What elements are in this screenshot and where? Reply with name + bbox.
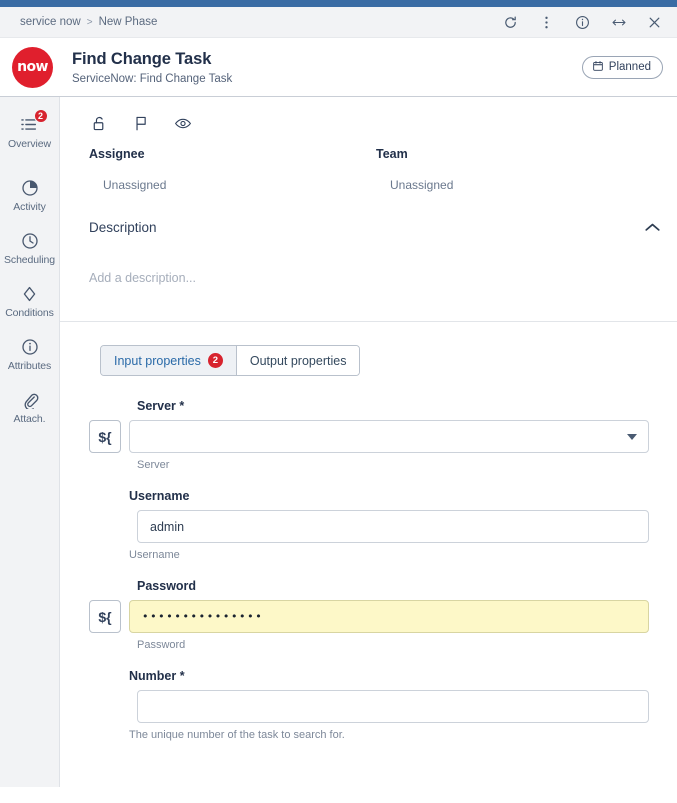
field-number: Number * The unique number of the task t… xyxy=(89,669,649,741)
logo-text: now xyxy=(17,60,48,74)
properties-form: Server * ${ Server Username xyxy=(89,376,663,741)
top-accent-bar xyxy=(0,0,677,7)
field-server: Server * ${ Server xyxy=(89,399,649,471)
pie-clock-icon xyxy=(19,177,41,198)
field-row-password: ${ ••••••••••••••• xyxy=(89,600,649,633)
assignee-value[interactable]: Unassigned xyxy=(89,178,376,192)
field-label-username: Username xyxy=(89,489,649,503)
sidebar-item-overview[interactable]: 2 Overview xyxy=(0,106,59,159)
breadcrumb-root[interactable]: service now xyxy=(20,16,81,28)
status-badge-label: Planned xyxy=(609,61,651,73)
list-icon: 2 xyxy=(19,114,41,135)
field-row-username: admin xyxy=(89,510,649,543)
number-input[interactable] xyxy=(137,690,649,723)
username-value: admin xyxy=(150,520,184,534)
team-field: Team Unassigned xyxy=(376,147,663,192)
sidebar-item-label: Attach. xyxy=(14,413,46,425)
refresh-icon[interactable] xyxy=(502,14,519,31)
servicenow-logo-icon: now xyxy=(12,47,53,88)
meta-row: Assignee Unassigned Team Unassigned xyxy=(89,147,663,212)
window-controls xyxy=(502,14,663,31)
tab-label: Output properties xyxy=(250,354,347,368)
username-input[interactable]: admin xyxy=(137,510,649,543)
more-options-icon[interactable] xyxy=(538,14,555,31)
section-divider xyxy=(60,321,677,322)
field-hint-number: The unique number of the task to search … xyxy=(89,729,649,741)
tab-input-properties[interactable]: Input properties 2 xyxy=(101,346,237,375)
servicenow-task-panel: service now > New Phase xyxy=(0,0,677,803)
action-toolbar xyxy=(89,97,663,147)
team-value[interactable]: Unassigned xyxy=(376,178,663,192)
team-label: Team xyxy=(376,147,663,161)
sidebar-item-conditions[interactable]: Conditions xyxy=(0,275,59,328)
calendar-icon xyxy=(592,60,604,75)
paperclip-icon xyxy=(19,389,41,410)
header-titles: Find Change Task ServiceNow: Find Change… xyxy=(72,49,582,85)
password-input[interactable]: ••••••••••••••• xyxy=(129,600,649,633)
sidebar-spacer xyxy=(0,159,59,169)
flag-icon[interactable] xyxy=(131,114,150,133)
tab-badge: 2 xyxy=(208,353,223,368)
tab-output-properties[interactable]: Output properties xyxy=(237,346,360,375)
field-hint-server: Server xyxy=(89,459,649,471)
chevron-up-icon[interactable] xyxy=(641,216,663,238)
field-username: Username admin Username xyxy=(89,489,649,561)
password-value: ••••••••••••••• xyxy=(142,610,263,623)
description-input[interactable]: Add a description... xyxy=(89,240,663,321)
field-hint-password: Password xyxy=(89,639,649,651)
sidebar-item-label: Activity xyxy=(13,201,45,213)
main-content: Assignee Unassigned Team Unassigned Desc… xyxy=(60,97,677,801)
sidebar-item-scheduling[interactable]: Scheduling xyxy=(0,222,59,275)
sidebar-item-attributes[interactable]: Attributes xyxy=(0,328,59,381)
close-icon[interactable] xyxy=(646,14,663,31)
breadcrumb: service now > New Phase xyxy=(20,16,502,28)
sidebar-item-attachments[interactable]: Attach. xyxy=(0,381,59,434)
chevron-down-icon xyxy=(627,434,637,440)
sidebar-item-label: Overview xyxy=(8,138,51,150)
sidebar-item-label: Attributes xyxy=(8,360,51,372)
field-indent-spacer xyxy=(89,690,129,723)
breadcrumb-bar: service now > New Phase xyxy=(0,7,677,38)
info-icon[interactable] xyxy=(574,14,591,31)
properties-tabs: Input properties 2 Output properties xyxy=(100,345,360,376)
variable-button-server[interactable]: ${ xyxy=(89,420,121,453)
field-label-number: Number * xyxy=(89,669,649,683)
tab-label: Input properties xyxy=(114,354,201,368)
assignee-label: Assignee xyxy=(89,147,376,161)
resize-icon[interactable] xyxy=(610,14,627,31)
field-label-password: Password xyxy=(89,579,649,593)
field-label-server: Server * xyxy=(89,399,649,413)
panel-body: 2 Overview Activity xyxy=(0,97,677,801)
status-badge[interactable]: Planned xyxy=(582,56,663,79)
sidebar-item-label: Scheduling xyxy=(4,254,55,266)
clock-icon xyxy=(19,230,41,251)
field-password: Password ${ ••••••••••••••• Password xyxy=(89,579,649,651)
field-row-server: ${ xyxy=(89,420,649,453)
field-indent-spacer xyxy=(89,510,129,543)
description-header[interactable]: Description xyxy=(89,212,663,240)
assignee-field: Assignee Unassigned xyxy=(89,147,376,192)
sidebar-item-label: Conditions xyxy=(5,307,54,319)
unlock-icon[interactable] xyxy=(89,114,108,133)
page-title: Find Change Task xyxy=(72,49,582,70)
breadcrumb-separator: > xyxy=(87,17,93,28)
breadcrumb-current: New Phase xyxy=(99,16,158,28)
server-select[interactable] xyxy=(129,420,649,453)
diamond-icon xyxy=(19,283,41,304)
variable-button-password[interactable]: ${ xyxy=(89,600,121,633)
eye-icon[interactable] xyxy=(173,114,192,133)
field-hint-username: Username xyxy=(89,549,649,561)
page-subtitle: ServiceNow: Find Change Task xyxy=(72,73,582,85)
sidebar-item-activity[interactable]: Activity xyxy=(0,169,59,222)
field-row-number xyxy=(89,690,649,723)
panel-header: now Find Change Task ServiceNow: Find Ch… xyxy=(0,38,677,97)
sidebar: 2 Overview Activity xyxy=(0,97,60,787)
sidebar-badge-overview: 2 xyxy=(34,109,48,123)
info-icon xyxy=(19,336,41,357)
description-title: Description xyxy=(89,220,157,235)
